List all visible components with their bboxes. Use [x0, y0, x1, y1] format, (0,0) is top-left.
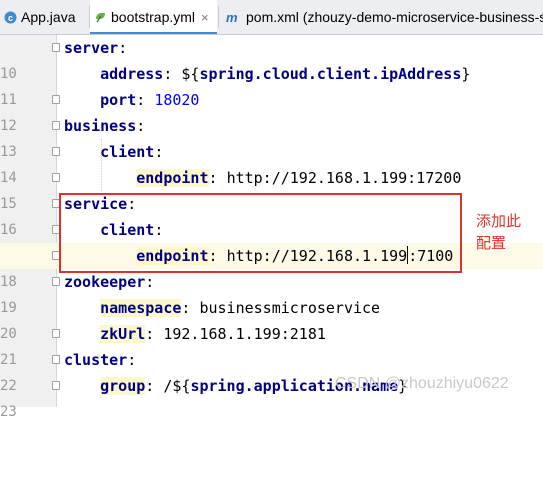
fold-marker-icon[interactable] [52, 147, 60, 156]
code-line: 20 namespace: businessmicroservice [0, 295, 543, 342]
yaml-key: zookeeper [64, 273, 146, 291]
tab-pom-xml[interactable]: m pom.xml (zhouzy-demo-microservice-busi… [222, 0, 543, 34]
tab-app-java[interactable]: c App.java [0, 0, 88, 34]
yaml-value: businessmicroservice [199, 299, 381, 317]
yaml-key: zkUrl [100, 325, 146, 343]
fold-marker-icon[interactable] [52, 121, 60, 130]
tab-label: App.java [21, 9, 76, 25]
yaml-value: 192.168.1.199:2181 [163, 325, 326, 343]
yaml-key: server [64, 39, 119, 57]
yaml-key: port [100, 91, 137, 109]
java-class-icon: c [4, 11, 17, 24]
code-line: 12 port: 18020 [0, 87, 543, 134]
yaml-key: group [100, 377, 146, 395]
annotation-note-line: 配置 [476, 234, 507, 252]
yaml-separator: : [118, 39, 128, 57]
yaml-value: /${ [163, 377, 191, 395]
fold-marker-icon[interactable] [52, 95, 60, 104]
code-line: 11 address: ${spring.cloud.client.ipAddr… [0, 61, 543, 108]
yaml-key: namespace [100, 299, 182, 317]
editor-tab-bar: c App.java bootstrap.yml × m pom.xml (zh… [0, 0, 543, 35]
code-line: 22 cluster: [0, 347, 543, 394]
yaml-key: address [100, 65, 164, 83]
yaml-placeholder-key: spring.cloud.client.ipAddress [199, 65, 462, 83]
fold-marker-icon[interactable] [52, 355, 60, 364]
annotation-highlight-box [59, 193, 462, 273]
code-line: 14 client: [0, 139, 543, 186]
annotation-note: 添加此 配置 [476, 210, 536, 254]
yaml-value: ${ [181, 65, 200, 83]
fold-marker-icon[interactable] [52, 173, 60, 182]
line-number: 23 [0, 404, 17, 420]
code-line: 21 zkUrl: 192.168.1.199:2181 [0, 321, 543, 368]
yaml-key: business [64, 117, 137, 135]
tab-bootstrap-yml[interactable]: bootstrap.yml × [90, 0, 217, 34]
maven-icon: m [226, 11, 242, 24]
close-icon[interactable]: × [201, 10, 209, 25]
fold-marker-icon[interactable] [52, 277, 60, 286]
code-line: 10 server: [0, 35, 543, 82]
annotation-note-line: 添加此 [476, 212, 522, 230]
tab-label: bootstrap.yml [111, 9, 196, 25]
yaml-value: http://192.168.1.199:17200 [226, 169, 462, 187]
tab-label: pom.xml (zhouzy-demo-microservice-busine… [246, 9, 543, 25]
code-line: 13 business: [0, 113, 543, 160]
fold-marker-icon[interactable] [52, 329, 60, 338]
fold-marker-icon[interactable] [52, 43, 60, 52]
code-line: 15 endpoint: http://192.168.1.199:17200 [0, 165, 543, 212]
svg-text:c: c [8, 12, 13, 22]
svg-text:m: m [226, 11, 238, 24]
yaml-key: cluster [64, 351, 128, 369]
yaml-number-value: 18020 [154, 91, 200, 109]
yaml-key: client [100, 143, 155, 161]
fold-marker-icon[interactable] [52, 381, 60, 390]
yaml-file-icon [94, 11, 107, 24]
watermark: CSDN @zhouzhiyu0622 [335, 375, 509, 392]
yaml-key: endpoint [136, 169, 209, 187]
